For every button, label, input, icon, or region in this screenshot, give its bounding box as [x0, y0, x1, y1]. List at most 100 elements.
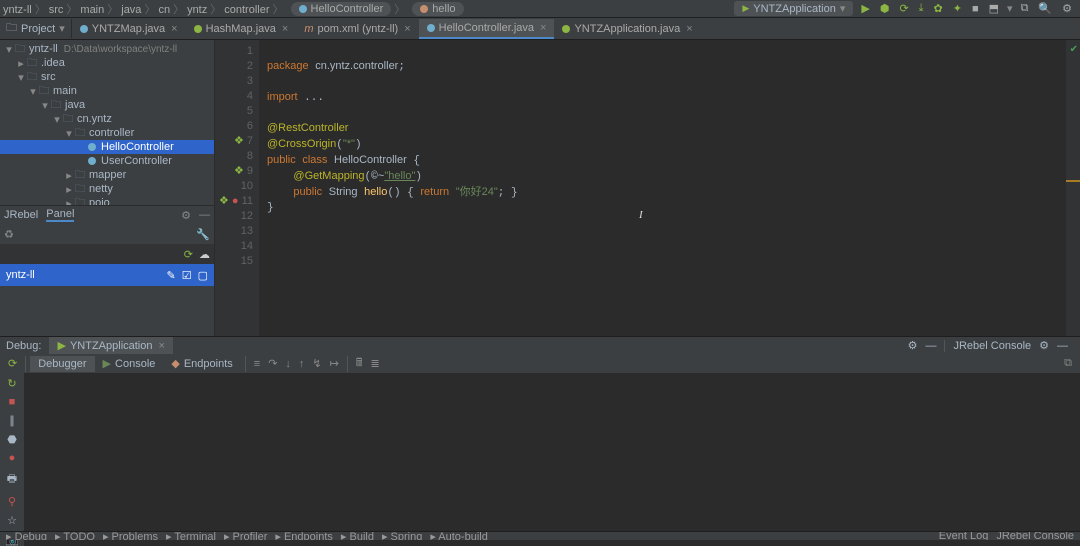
code-area[interactable]: package cn.yntz.controller; import ... @…	[259, 40, 1066, 336]
step-out-button[interactable]: ↑	[295, 358, 309, 370]
step-into-button[interactable]: ↷	[264, 357, 281, 370]
stop-button[interactable]: ■	[9, 396, 16, 408]
close-icon[interactable]: ×	[686, 23, 692, 35]
run-config-dropdown[interactable]: ▶ YNTZApplication ▾	[734, 1, 853, 16]
pause-button[interactable]: ∥	[9, 414, 15, 427]
minimize-icon[interactable]: —	[199, 209, 210, 221]
status-item[interactable]: Event Log	[939, 531, 989, 540]
minimize-icon[interactable]: —	[1057, 340, 1068, 352]
panel-tab[interactable]: Panel	[46, 208, 74, 222]
status-item[interactable]: ▸ Spring	[382, 531, 422, 540]
tree-node[interactable]: ▾🗀controller	[0, 126, 214, 140]
gear-icon[interactable]: ⚙	[908, 339, 918, 352]
layout-button[interactable]: ⧉	[1019, 2, 1031, 15]
evaluate-button[interactable]: 🖩	[352, 354, 367, 373]
gear-icon[interactable]: ⚙	[181, 209, 191, 222]
status-item[interactable]: ▸ Terminal	[166, 531, 216, 540]
debug-button[interactable]: ⬢	[878, 2, 892, 15]
rerun-button[interactable]: ⟳	[897, 2, 910, 15]
profile-button[interactable]: ✿	[932, 2, 945, 15]
step-force-button[interactable]: ↓	[281, 358, 295, 370]
cloud-icon[interactable]: ☁	[199, 248, 210, 261]
check-icon[interactable]: ☑	[182, 269, 192, 282]
tree-node[interactable]: HelloController	[0, 140, 214, 154]
status-item[interactable]: ▸ TODO	[55, 531, 95, 540]
status-item[interactable]: ▸ Debug	[6, 531, 47, 540]
layout-button[interactable]: ⧉	[1060, 357, 1076, 370]
console-tab[interactable]: ▶ Console	[95, 355, 164, 372]
project-tree[interactable]: ▾🗀yntz-llD:\Data\workspace\yntz-ll▸🗀.ide…	[0, 40, 214, 205]
mute-breakpoints-button[interactable]: ●	[9, 452, 16, 464]
debugger-frames[interactable]	[24, 373, 1080, 546]
pin-button[interactable]: ⚲	[8, 495, 16, 508]
status-item[interactable]: ▸ Build	[341, 531, 374, 540]
gear-icon[interactable]: ⚙	[1039, 339, 1049, 352]
project-view-dropdown[interactable]: 🗀 Project ▾	[0, 19, 72, 38]
breadcrumb-item[interactable]: main	[77, 4, 107, 16]
tree-node[interactable]: ▾🗀src	[0, 70, 214, 84]
reload-icon[interactable]: ♻	[4, 228, 14, 241]
wrench-icon[interactable]: 🔧	[196, 228, 210, 241]
breadcrumb-item[interactable]: src	[46, 4, 67, 16]
code-editor[interactable]: 123456❖78❖910❖●1112131415 package cn.ynt…	[215, 40, 1080, 336]
status-item[interactable]: ▸ Profiler	[224, 531, 267, 540]
settings-button[interactable]: ⚙	[1060, 2, 1074, 15]
tree-node[interactable]: ▸🗀poio	[0, 196, 214, 205]
tree-node[interactable]: ▾🗀cn.yntz	[0, 112, 214, 126]
breadcrumb-item[interactable]: cn	[155, 4, 173, 16]
warning-marker[interactable]	[1066, 180, 1080, 182]
breadcrumb-item[interactable]: HelloController	[284, 4, 395, 16]
status-item[interactable]: ▸ Endpoints	[275, 531, 333, 540]
endpoints-tab[interactable]: ◆ Endpoints	[163, 355, 240, 372]
view-breakpoints-button[interactable]: ⬣	[7, 433, 17, 446]
editor-tab[interactable]: HelloController.java×	[419, 19, 555, 39]
jrebel-tab[interactable]: JRebel	[4, 209, 38, 221]
search-button[interactable]: 🔍	[1036, 2, 1054, 15]
close-icon[interactable]: ×	[540, 22, 546, 34]
jrebel-module-row[interactable]: yntz-ll ✎ ☑ ▢	[0, 264, 214, 286]
run-to-cursor-button[interactable]: ↦	[326, 357, 343, 370]
close-icon[interactable]: ×	[282, 23, 288, 35]
print-button[interactable]: 🖶	[7, 470, 17, 489]
close-icon[interactable]: ×	[159, 340, 165, 352]
jrebel-run-button[interactable]: ✦	[951, 2, 964, 15]
square-icon[interactable]: ▢	[198, 269, 208, 282]
refresh-green-icon[interactable]: ⟳	[184, 248, 193, 261]
gutter[interactable]: 123456❖78❖910❖●1112131415	[215, 40, 259, 336]
editor-tab[interactable]: mpom.xml (yntz-ll)×	[296, 19, 418, 39]
coverage-button[interactable]: ⤓	[917, 2, 926, 15]
breadcrumb[interactable]: yntz-ll〉src〉main〉java〉cn〉yntz〉controller…	[0, 1, 467, 17]
drop-frame-button[interactable]: ↯	[308, 357, 325, 370]
breadcrumb-item[interactable]: java	[118, 4, 144, 16]
tree-node[interactable]: UserController	[0, 154, 214, 168]
tree-node[interactable]: ▾🗀java	[0, 98, 214, 112]
stop-button[interactable]: ■	[970, 3, 981, 15]
debug-run-tab[interactable]: ▶ YNTZApplication ×	[49, 337, 172, 354]
tree-node[interactable]: ▸🗀netty	[0, 182, 214, 196]
star-button[interactable]: ☆	[7, 514, 17, 527]
breadcrumb-item[interactable]: yntz-ll	[0, 4, 35, 16]
breadcrumb-item[interactable]: yntz	[184, 4, 210, 16]
editor-tab[interactable]: YNTZApplication.java×	[554, 19, 700, 39]
resume-button[interactable]: ↻	[7, 377, 16, 390]
marker-strip[interactable]: ✔	[1066, 40, 1080, 336]
close-icon[interactable]: ×	[171, 23, 177, 35]
status-item[interactable]: ▸ Problems	[103, 531, 158, 540]
breadcrumb-item[interactable]: controller	[221, 4, 272, 16]
debugger-tab[interactable]: Debugger	[30, 356, 94, 372]
step-over-button[interactable]: ≡	[250, 358, 264, 370]
jrebel-console-tab[interactable]: JRebel Console	[944, 340, 1031, 352]
rerun-button[interactable]: ⟳	[4, 357, 21, 370]
minimize-icon[interactable]: —	[925, 340, 936, 352]
edit-icon[interactable]: ✎	[167, 269, 176, 282]
status-item[interactable]: ▸ Auto-build	[430, 531, 488, 540]
breadcrumb-item[interactable]: hello	[405, 4, 466, 16]
run-button[interactable]: ▶	[859, 2, 871, 15]
tree-node[interactable]: ▾🗀main	[0, 84, 214, 98]
editor-tab[interactable]: HashMap.java×	[186, 19, 297, 39]
status-item[interactable]: JRebel Console	[996, 531, 1074, 540]
tree-node[interactable]: ▸🗀mapper	[0, 168, 214, 182]
close-icon[interactable]: ×	[404, 23, 410, 35]
trace-button[interactable]: ≣	[366, 357, 383, 370]
editor-tab[interactable]: YNTZMap.java×	[72, 19, 186, 39]
